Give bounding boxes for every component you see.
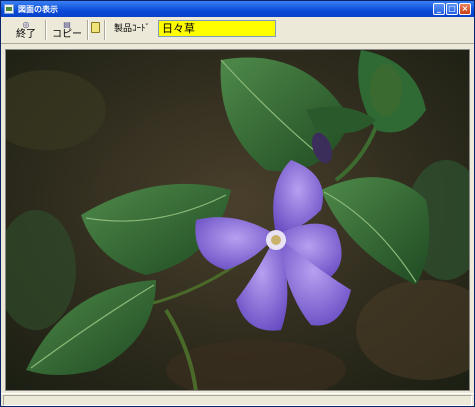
app-window: 図面の表示 _ □ × ◎ 終了 ▤ コピー 製品ｺｰﾄﾞ 日々草 bbox=[0, 0, 475, 407]
flower-image bbox=[5, 49, 470, 391]
product-code-field[interactable]: 日々草 bbox=[158, 20, 276, 37]
status-bar bbox=[1, 393, 474, 406]
help-button[interactable] bbox=[89, 19, 101, 41]
toolbar-separator bbox=[45, 20, 47, 40]
exit-icon: ◎ bbox=[22, 20, 30, 29]
exit-button[interactable]: ◎ 終了 bbox=[11, 19, 41, 41]
window-title: 図面の表示 bbox=[18, 4, 58, 14]
minimize-icon[interactable]: _ bbox=[433, 3, 445, 15]
copy-label: コピー bbox=[52, 29, 82, 40]
window-controls: _ □ × bbox=[433, 3, 471, 15]
copy-button[interactable]: ▤ コピー bbox=[49, 19, 85, 41]
help-book-icon bbox=[90, 22, 100, 33]
app-icon bbox=[4, 4, 14, 14]
printer-icon: ▤ bbox=[63, 20, 71, 29]
toolbar-separator bbox=[104, 20, 106, 40]
title-bar[interactable]: 図面の表示 _ □ × bbox=[1, 1, 474, 17]
exit-label: 終了 bbox=[16, 29, 36, 40]
close-icon[interactable]: × bbox=[459, 3, 471, 15]
product-code-label: 製品ｺｰﾄﾞ bbox=[114, 24, 151, 34]
maximize-icon[interactable]: □ bbox=[446, 3, 458, 15]
